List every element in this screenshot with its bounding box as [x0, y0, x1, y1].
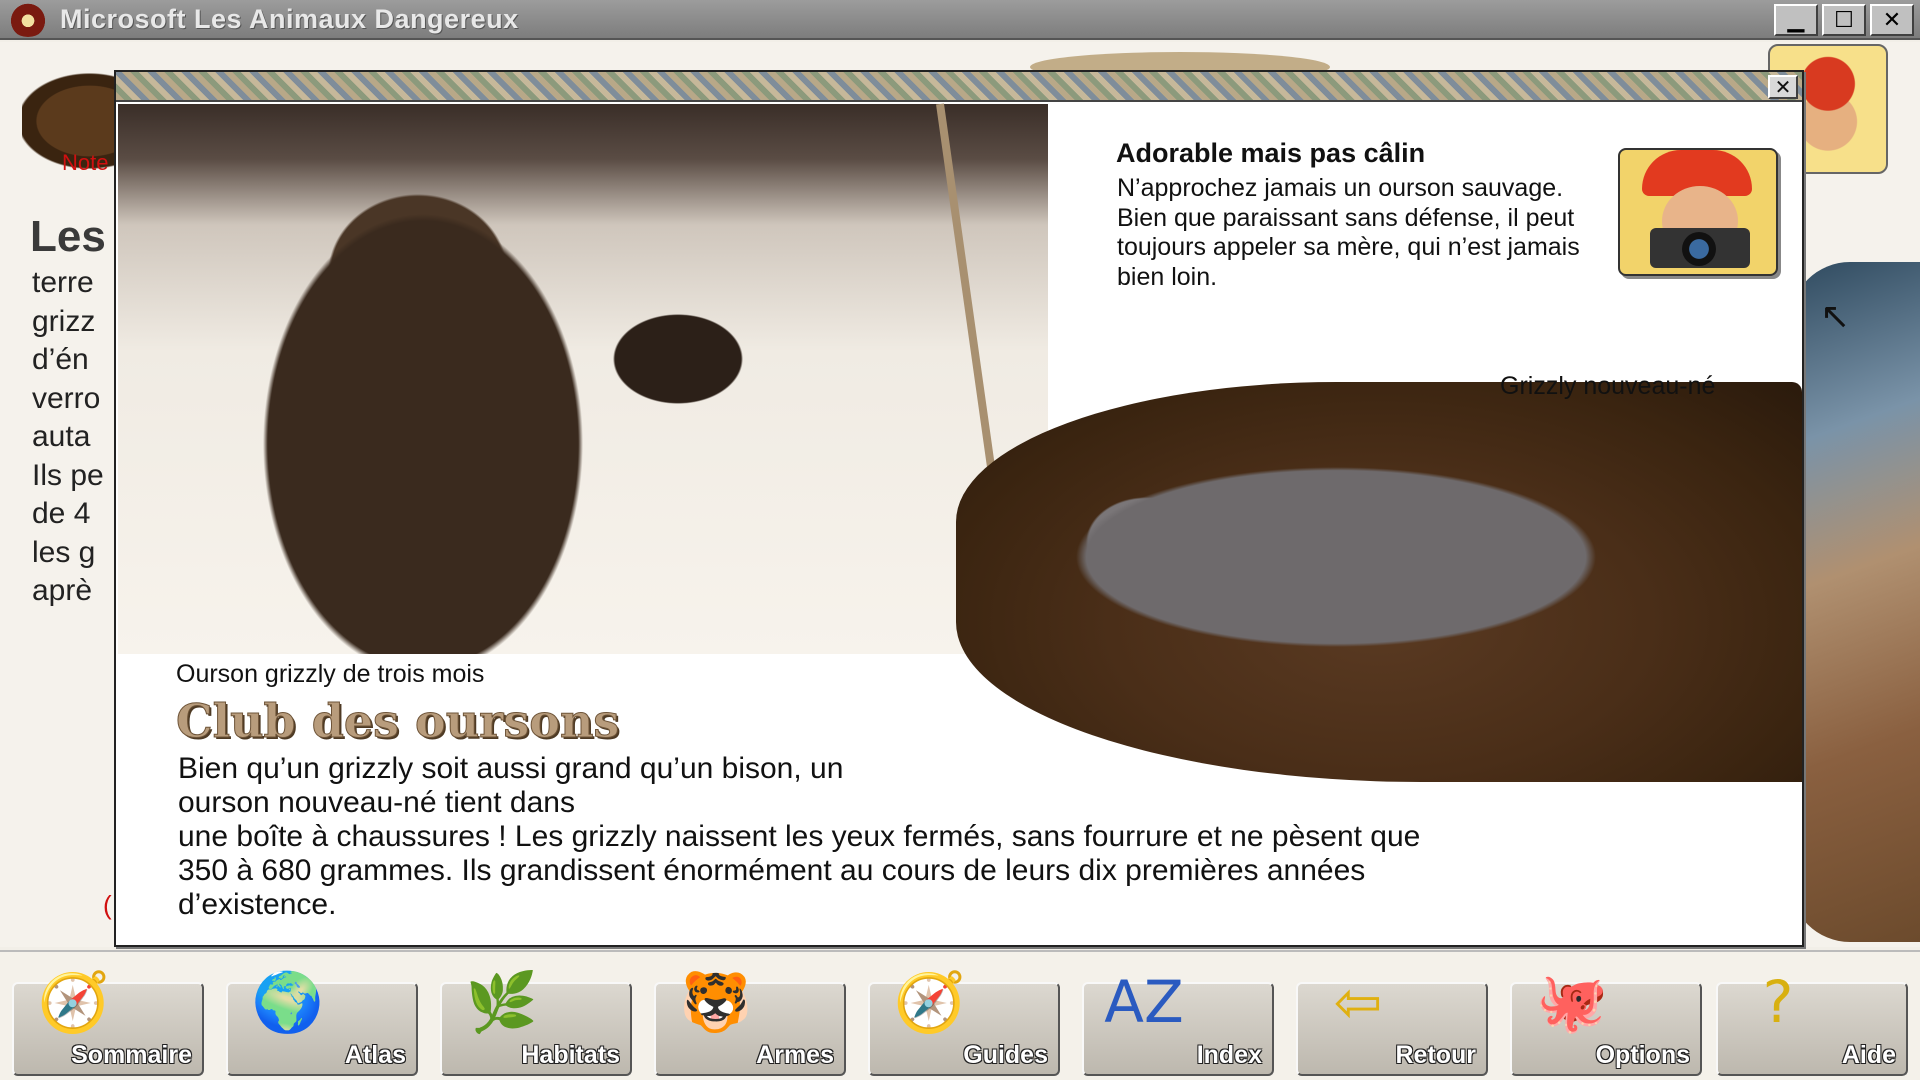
- mouse-cursor-icon: ↖: [1820, 296, 1851, 337]
- newborn-photo-caption: Grizzly nouveau-né: [1500, 372, 1716, 400]
- section-title: Club des oursons: [175, 694, 620, 749]
- aide-label: Aide: [1841, 1041, 1896, 1069]
- maximize-button[interactable]: ☐: [1822, 4, 1866, 36]
- globe-icon: 🌍: [251, 968, 325, 1036]
- index-label: Index: [1196, 1041, 1262, 1069]
- window-titlebar: Microsoft Les Animaux Dangereux ▁ ☐ ✕: [0, 0, 1920, 40]
- section-body-line: Bien qu’un grizzly soit aussi grand qu’u…: [178, 752, 844, 819]
- article-line: verro: [32, 381, 101, 415]
- note-link[interactable]: Note: [62, 150, 108, 176]
- armes-button[interactable]: 🐯 Armes: [654, 968, 846, 1076]
- article-text-fragments: terre grizz d’én verro auta Ils pe de 4 …: [32, 264, 104, 611]
- article-line: aprè: [32, 574, 93, 607]
- retour-label: Retour: [1395, 1041, 1476, 1069]
- scorpion-arrow-icon: ⇦: [1333, 968, 1383, 1036]
- background-red-fragment: (: [103, 890, 112, 920]
- compass-map-icon: 🧭: [37, 968, 111, 1036]
- article-line: terre: [32, 266, 94, 299]
- sidebar-text: N’approchez jamais un ourson sauvage. Bi…: [1117, 174, 1580, 291]
- popup-close-button[interactable]: ✕: [1768, 75, 1798, 99]
- article-line: grizz: [32, 304, 96, 338]
- article-line: Ils pe: [32, 458, 104, 492]
- background-bear-photo: [1790, 262, 1920, 942]
- question-snake-icon: ?: [1762, 968, 1794, 1036]
- compass-icon: 🧭: [893, 968, 967, 1036]
- close-button[interactable]: ✕: [1870, 4, 1914, 36]
- aide-button[interactable]: ? Aide: [1716, 968, 1908, 1076]
- armes-label: Armes: [756, 1041, 834, 1069]
- options-button[interactable]: 🐙 Options: [1510, 968, 1702, 1076]
- window-controls: ▁ ☐ ✕: [1774, 4, 1914, 36]
- habitats-label: Habitats: [521, 1041, 620, 1069]
- bottom-toolbar: 🧭 Sommaire 🌍 Atlas 🌿 Habitats 🐯 Armes 🧭 …: [0, 950, 1920, 1080]
- atlas-label: Atlas: [344, 1041, 406, 1069]
- sidebar-title: Adorable mais pas câlin: [1116, 138, 1426, 168]
- az-spider-icon: AZ: [1104, 968, 1184, 1036]
- camera-lens-icon: [1682, 232, 1716, 266]
- atlas-button[interactable]: 🌍 Atlas: [226, 968, 418, 1076]
- article-line: d’én: [32, 343, 89, 376]
- retour-button[interactable]: ⇦ Retour: [1296, 968, 1488, 1076]
- index-button[interactable]: AZ Index: [1082, 968, 1274, 1076]
- article-line: auta: [32, 420, 91, 453]
- popup-window: ✕ Ourson grizzly de trois mois Grizzly n…: [114, 70, 1804, 947]
- octopus-icon: 🐙: [1535, 968, 1609, 1036]
- newborn-grizzly-photo: [956, 382, 1802, 782]
- window-title: Microsoft Les Animaux Dangereux: [60, 3, 519, 34]
- options-label: Options: [1595, 1041, 1690, 1069]
- minimize-button[interactable]: ▁: [1774, 4, 1818, 36]
- guide-photographer-button[interactable]: [1618, 148, 1778, 276]
- article-heading-fragment: Les: [30, 212, 106, 261]
- plant-icon: 🌿: [465, 968, 539, 1036]
- tiger-icon: 🐯: [679, 968, 753, 1036]
- guides-button[interactable]: 🧭 Guides: [868, 968, 1060, 1076]
- guides-label: Guides: [963, 1041, 1048, 1069]
- article-line: les g: [32, 535, 96, 569]
- cub-photo-caption: Ourson grizzly de trois mois: [176, 660, 485, 688]
- bear-cub-photo: [118, 104, 1048, 654]
- sommaire-button[interactable]: 🧭 Sommaire: [12, 968, 204, 1076]
- popup-titlebar: ✕: [116, 72, 1802, 102]
- article-line: de 4: [32, 497, 91, 530]
- app-logo-icon: [8, 1, 48, 37]
- section-body: Bien qu’un grizzly soit aussi grand qu’u…: [178, 752, 1478, 922]
- habitats-button[interactable]: 🌿 Habitats: [440, 968, 632, 1076]
- section-body-rest: une boîte à chaussures ! Les grizzly nai…: [178, 820, 1421, 921]
- sommaire-label: Sommaire: [71, 1041, 192, 1069]
